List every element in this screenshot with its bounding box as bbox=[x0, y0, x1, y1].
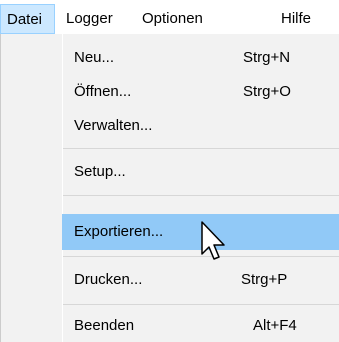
pointer-cursor-icon bbox=[201, 221, 225, 260]
menu-item-verwalten[interactable]: Verwalten... bbox=[62, 110, 339, 142]
menu-item-label: Exportieren... bbox=[74, 223, 164, 240]
menu-item-label: Beenden bbox=[74, 317, 135, 334]
menu-item-label: Setup... bbox=[74, 163, 126, 180]
menu-bar: Datei Logger Optionen Hilfe bbox=[0, 0, 339, 36]
menu-item-label: Verwalten... bbox=[74, 117, 153, 134]
menu-item-oeffnen[interactable]: Öffnen... Strg+O bbox=[62, 76, 339, 108]
menu-logger[interactable]: Logger bbox=[60, 4, 119, 34]
menu-item-label: Drucken... bbox=[74, 271, 143, 288]
menu-item-beenden[interactable]: Beenden Alt+F4 bbox=[62, 310, 339, 342]
menu-datei[interactable]: Datei bbox=[0, 4, 55, 34]
menu-item-label: Neu... bbox=[74, 49, 115, 66]
menu-item-label: Öffnen... bbox=[74, 83, 132, 100]
menu-item-setup[interactable]: Setup... bbox=[62, 156, 339, 188]
datei-dropdown-menu: Neu... Strg+N Öffnen... Strg+O Verwalten… bbox=[0, 34, 339, 342]
menu-item-shortcut: Alt+F4 bbox=[253, 317, 297, 334]
menu-separator bbox=[63, 304, 339, 305]
menu-separator bbox=[63, 148, 339, 149]
menu-item-shortcut: Strg+P bbox=[241, 271, 288, 288]
menu-item-neu[interactable]: Neu... Strg+N bbox=[62, 42, 339, 74]
menu-item-shortcut: Strg+O bbox=[243, 83, 291, 100]
menu-optionen[interactable]: Optionen bbox=[136, 4, 209, 34]
menu-hilfe[interactable]: Hilfe bbox=[275, 4, 317, 34]
menu-item-shortcut: Strg+N bbox=[243, 49, 291, 66]
menu-separator bbox=[63, 195, 339, 196]
